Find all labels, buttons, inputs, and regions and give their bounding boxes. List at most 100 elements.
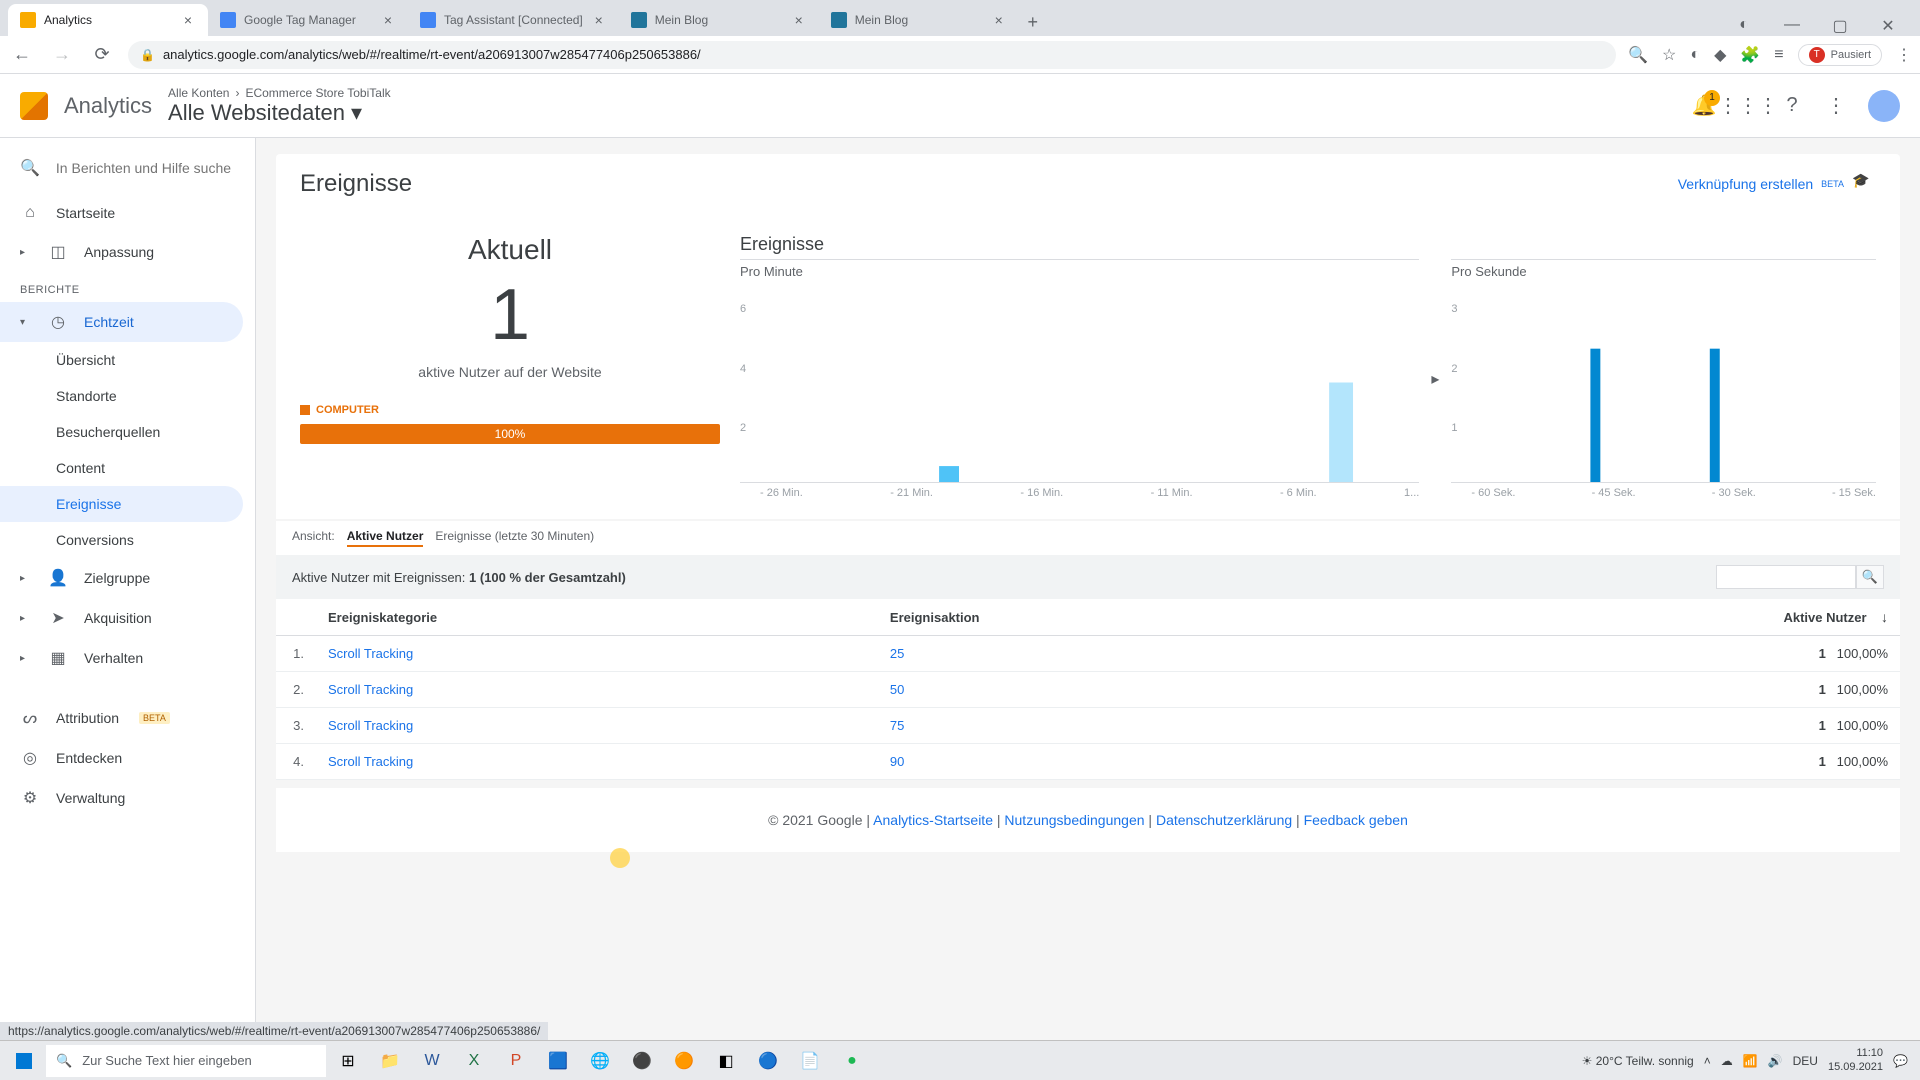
create-shortcut-link[interactable]: Verknüpfung erstellen BETA 🎓 (1678, 172, 1876, 196)
back-button[interactable]: ← (8, 41, 36, 69)
help-button[interactable]: ? (1780, 94, 1804, 118)
search-input[interactable] (56, 160, 237, 176)
col-action[interactable]: Ereignisaktion (878, 599, 1357, 636)
tab-tag-assistant[interactable]: Tag Assistant [Connected] × (408, 4, 619, 36)
extensions-icon[interactable]: 🧩 (1740, 45, 1760, 65)
close-icon[interactable]: × (791, 12, 807, 28)
sidebar-item-traffic-sources[interactable]: Besucherquellen (0, 414, 255, 450)
new-tab-button[interactable]: + (1019, 8, 1047, 36)
sidebar-item-locations[interactable]: Standorte (0, 378, 255, 414)
sidebar-item-realtime[interactable]: ▾ ◷ Echtzeit (0, 302, 243, 342)
education-icon[interactable]: 🎓 (1852, 172, 1876, 196)
tray-chevron-icon[interactable]: ˄ (1704, 1054, 1711, 1068)
extension-icon-1[interactable]: ◐ (1690, 46, 1700, 64)
row-action[interactable]: 50 (878, 672, 1357, 708)
explorer-icon[interactable]: 📁 (370, 1045, 410, 1077)
bookmark-icon[interactable]: ☆ (1662, 45, 1676, 65)
row-category[interactable]: Scroll Tracking (316, 708, 878, 744)
maximize-button[interactable]: ▢ (1824, 16, 1856, 36)
table-search-input[interactable] (1716, 565, 1856, 589)
clock[interactable]: 11:10 15.09.2021 (1828, 1047, 1883, 1073)
tab-analytics[interactable]: Analytics × (8, 4, 208, 36)
analytics-logo-icon[interactable] (20, 92, 48, 120)
table-row[interactable]: 2. Scroll Tracking 50 1 100,00% (276, 672, 1900, 708)
sidebar-item-audience[interactable]: ▸ 👤 Zielgruppe (0, 558, 255, 598)
sidebar-item-admin[interactable]: ⚙ Verwaltung (0, 778, 255, 818)
menu-icon[interactable]: ⋮ (1896, 45, 1912, 65)
view-tab-active-users[interactable]: Aktive Nutzer (347, 529, 424, 547)
word-icon[interactable]: W (412, 1045, 452, 1077)
sidebar-search[interactable]: 🔍 (0, 150, 255, 186)
spotify-icon[interactable]: ● (832, 1045, 872, 1077)
task-view-button[interactable]: ⊞ (328, 1045, 368, 1077)
col-users[interactable]: Aktive Nutzer ↓ (1357, 599, 1900, 636)
weather-widget[interactable]: ☀ 20°C Teilw. sonnig (1582, 1054, 1694, 1068)
tab-gtm[interactable]: Google Tag Manager × (208, 4, 408, 36)
col-category[interactable]: Ereigniskategorie (316, 599, 878, 636)
sidebar-item-conversions[interactable]: Conversions (0, 522, 255, 558)
excel-icon[interactable]: X (454, 1045, 494, 1077)
app-icon-2[interactable]: 🟠 (664, 1045, 704, 1077)
profile-paused-badge[interactable]: T Pausiert (1798, 44, 1882, 66)
row-category[interactable]: Scroll Tracking (316, 636, 878, 672)
chrome-icon[interactable]: 🌐 (580, 1045, 620, 1077)
app-icon-3[interactable]: ◧ (706, 1045, 746, 1077)
footer-link-terms[interactable]: Nutzungsbedingungen (1004, 812, 1144, 828)
notifications-icon[interactable]: 💬 (1893, 1054, 1908, 1068)
row-category[interactable]: Scroll Tracking (316, 672, 878, 708)
row-action[interactable]: 75 (878, 708, 1357, 744)
row-action[interactable]: 25 (878, 636, 1357, 672)
table-search-button[interactable]: 🔍 (1856, 565, 1884, 589)
sidebar-item-events[interactable]: Ereignisse (0, 486, 243, 522)
onedrive-icon[interactable]: ☁ (1721, 1054, 1733, 1068)
app-icon[interactable]: 🟦 (538, 1045, 578, 1077)
incognito-icon[interactable]: ◐ (1728, 16, 1760, 36)
reading-list-icon[interactable]: ≡ (1774, 46, 1783, 64)
minimize-button[interactable]: — (1776, 16, 1808, 36)
settings-button[interactable]: ⋮ (1824, 94, 1848, 118)
notepad-icon[interactable]: 📄 (790, 1045, 830, 1077)
table-row[interactable]: 3. Scroll Tracking 75 1 100,00% (276, 708, 1900, 744)
sidebar-item-behavior[interactable]: ▸ ▦ Verhalten (0, 638, 255, 678)
powerpoint-icon[interactable]: P (496, 1045, 536, 1077)
url-field[interactable]: 🔒 analytics.google.com/analytics/web/#/r… (128, 41, 1616, 69)
extension-icon-2[interactable]: ◆ (1714, 45, 1726, 65)
close-icon[interactable]: × (591, 12, 607, 28)
chart-next-button[interactable]: ▸ (1431, 259, 1439, 499)
obs-icon[interactable]: ⚫ (622, 1045, 662, 1077)
row-action[interactable]: 90 (878, 744, 1357, 780)
close-icon[interactable]: × (380, 12, 396, 28)
edge-icon[interactable]: 🔵 (748, 1045, 788, 1077)
tab-blog-1[interactable]: Mein Blog × (619, 4, 819, 36)
apps-button[interactable]: ⋮⋮⋮ (1736, 94, 1760, 118)
notifications-button[interactable]: 🔔 1 (1692, 94, 1716, 118)
wifi-icon[interactable]: 📶 (1743, 1054, 1758, 1068)
reload-button[interactable]: ⟳ (88, 41, 116, 69)
sidebar-item-content[interactable]: Content (0, 450, 255, 486)
language-indicator[interactable]: DEU (1793, 1054, 1818, 1068)
sidebar-item-customization[interactable]: ▸ ◫ Anpassung (0, 232, 255, 272)
footer-link-feedback[interactable]: Feedback geben (1304, 812, 1408, 828)
volume-icon[interactable]: 🔊 (1768, 1054, 1783, 1068)
sidebar-item-acquisition[interactable]: ▸ ➤ Akquisition (0, 598, 255, 638)
view-tab-events-30min[interactable]: Ereignisse (letzte 30 Minuten) (435, 529, 594, 547)
sidebar-item-attribution[interactable]: ᔕ Attribution BETA (0, 698, 255, 738)
start-button[interactable] (4, 1045, 44, 1077)
close-icon[interactable]: × (180, 12, 196, 28)
row-category[interactable]: Scroll Tracking (316, 744, 878, 780)
close-window-button[interactable]: ✕ (1872, 16, 1904, 36)
sidebar-item-home[interactable]: ⌂ Startseite (0, 194, 255, 232)
close-icon[interactable]: × (991, 12, 1007, 28)
table-row[interactable]: 4. Scroll Tracking 90 1 100,00% (276, 744, 1900, 780)
account-selector[interactable]: Alle Konten › ECommerce Store TobiTalk A… (168, 86, 391, 126)
sidebar-item-overview[interactable]: Übersicht (0, 342, 255, 378)
forward-button[interactable]: → (48, 41, 76, 69)
footer-link-privacy[interactable]: Datenschutzerklärung (1156, 812, 1292, 828)
sidebar-item-discover[interactable]: ◎ Entdecken (0, 738, 255, 778)
zoom-icon[interactable]: 🔍 (1628, 45, 1648, 65)
tab-blog-2[interactable]: Mein Blog × (819, 4, 1019, 36)
footer-link-home[interactable]: Analytics-Startseite (873, 812, 993, 828)
table-row[interactable]: 1. Scroll Tracking 25 1 100,00% (276, 636, 1900, 672)
avatar[interactable] (1868, 90, 1900, 122)
taskbar-search[interactable]: 🔍 Zur Suche Text hier eingeben (46, 1045, 326, 1077)
